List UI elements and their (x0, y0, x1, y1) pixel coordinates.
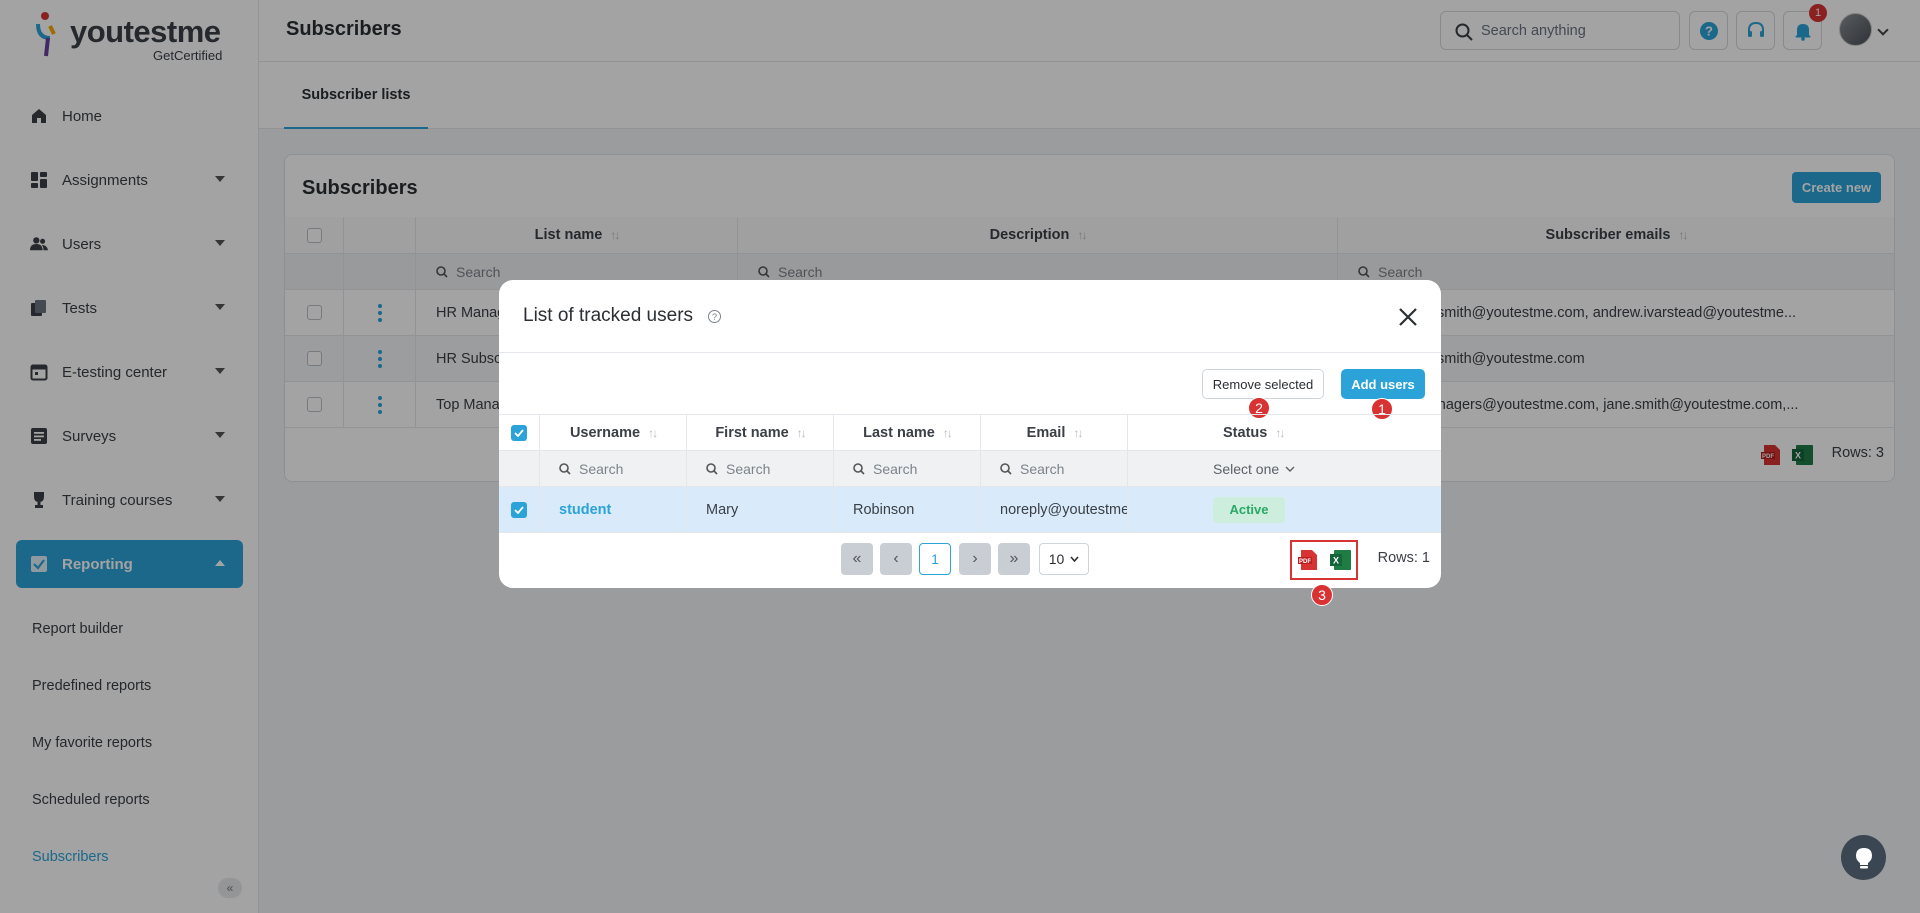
chevron-right-icon: › (972, 550, 978, 567)
sort-icon: ↑↓ (796, 425, 807, 440)
check-icon (514, 505, 524, 514)
table-filter-row: Search Search Search Search Select one (499, 451, 1441, 487)
column-header-status[interactable]: Status ↑↓ (1128, 415, 1441, 450)
column-header-first-name[interactable]: First name ↑↓ (687, 415, 834, 450)
search-placeholder: Search (726, 460, 771, 477)
select-all-cell (499, 415, 540, 450)
modal-title: List of tracked users (523, 305, 694, 326)
excel-export-icon[interactable]: X (1330, 549, 1352, 576)
add-users-button[interactable]: Add users (1341, 369, 1425, 399)
column-header-email[interactable]: Email ↑↓ (981, 415, 1128, 450)
tips-button[interactable] (1841, 835, 1886, 880)
chevron-down-icon (1070, 556, 1079, 562)
sort-icon: ↑↓ (942, 425, 953, 440)
modal-divider (499, 352, 1441, 353)
select-all-checkbox[interactable] (511, 424, 527, 441)
search-placeholder: Search (873, 460, 918, 477)
search-icon (853, 462, 865, 475)
lightbulb-icon (1855, 847, 1872, 868)
close-icon[interactable] (1397, 306, 1419, 328)
status-filter-value: Select one (1213, 460, 1280, 477)
status-cell: Active (1128, 487, 1441, 532)
status-filter-select[interactable]: Select one (1128, 451, 1441, 486)
tracked-users-modal: List of tracked users ? Remove selected … (499, 280, 1441, 588)
sort-icon: ↑↓ (648, 425, 658, 440)
table-header-row: Username ↑↓ First name ↑↓ Last name ↑↓ Emai… (499, 414, 1441, 451)
email-search-input[interactable]: Search (981, 451, 1128, 486)
search-placeholder: Search (579, 460, 624, 477)
column-label: Status (1223, 424, 1268, 441)
remove-selected-button[interactable]: Remove selected (1202, 369, 1324, 399)
sort-icon: ↑↓ (1073, 425, 1083, 440)
tracked-users-table: Username ↑↓ First name ↑↓ Last name ↑↓ Emai… (499, 414, 1441, 533)
last-name-search-input[interactable]: Search (834, 451, 981, 486)
first-page-button[interactable]: « (841, 543, 873, 575)
username-link[interactable]: student (559, 502, 611, 518)
step-marker-3: 3 (1311, 584, 1333, 606)
row-checkbox[interactable] (511, 501, 527, 518)
search-icon (1000, 462, 1012, 475)
last-page-button[interactable]: » (998, 543, 1030, 575)
chevron-left-icon: ‹ (893, 550, 899, 567)
username-cell: student (540, 487, 687, 532)
filter-cell (499, 451, 540, 486)
previous-page-button[interactable]: ‹ (880, 543, 912, 575)
column-label: First name (715, 424, 789, 441)
row-checkbox-cell (499, 487, 540, 532)
pdf-export-icon[interactable]: PDF (1298, 549, 1320, 576)
username-search-input[interactable]: Search (540, 451, 687, 486)
svg-text:PDF: PDF (1299, 559, 1311, 565)
sort-icon: ↑↓ (1275, 425, 1285, 440)
column-label: Username (569, 424, 641, 441)
column-header-last-name[interactable]: Last name ↑↓ (834, 415, 981, 450)
column-label: Last name (863, 424, 935, 441)
first-name-search-input[interactable]: Search (687, 451, 834, 486)
first-name-cell: Mary (687, 487, 834, 532)
search-icon (706, 462, 718, 475)
page-button-current[interactable]: 1 (919, 543, 951, 575)
next-page-button[interactable]: › (959, 543, 991, 575)
column-label: Email (1026, 424, 1066, 441)
page-size-select[interactable]: 10 (1039, 543, 1089, 575)
last-name-cell: Robinson (834, 487, 981, 532)
search-placeholder: Search (1020, 460, 1065, 477)
search-icon (559, 462, 571, 475)
export-highlight-box: PDF X (1290, 540, 1358, 580)
double-chevron-right-icon: » (1009, 550, 1019, 567)
page-size-value: 10 (1048, 551, 1065, 567)
double-chevron-left-icon: « (852, 550, 862, 567)
rows-count: Rows: 1 (1377, 550, 1430, 566)
chevron-down-icon (1285, 466, 1295, 472)
status-badge: Active (1213, 496, 1285, 523)
email-cell: noreply@youtestme... (981, 487, 1128, 532)
column-header-username[interactable]: Username ↑↓ (540, 415, 687, 450)
check-icon (514, 428, 524, 437)
svg-text:X: X (1333, 556, 1339, 566)
help-circle-icon[interactable]: ? (708, 310, 721, 323)
table-row[interactable]: student Mary Robinson noreply@youtestme.… (499, 487, 1441, 533)
